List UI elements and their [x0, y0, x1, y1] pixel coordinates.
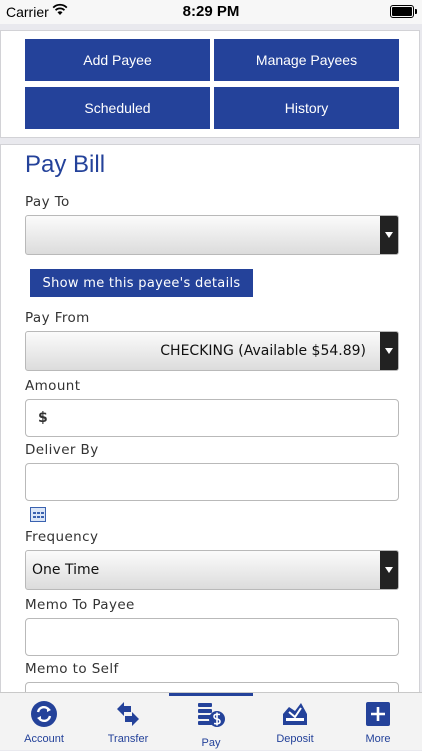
battery-icon [390, 5, 417, 18]
tab-account[interactable]: Account [2, 693, 86, 751]
memo-to-self-label: Memo to Self [25, 661, 119, 677]
deposit-icon [283, 703, 307, 725]
status-bar: Carrier 8:29 PM [0, 0, 422, 24]
pay-bill-form: Pay Bill Pay To Show me this payee's det… [0, 144, 420, 700]
memo-to-payee-label: Memo To Payee [25, 597, 135, 613]
calendar-icon[interactable] [30, 507, 46, 522]
pay-from-select[interactable]: CHECKING (Available $54.89) [25, 331, 399, 371]
pay-to-select[interactable] [25, 215, 399, 255]
tab-label: Pay [201, 737, 221, 749]
amount-input[interactable]: $ [25, 399, 399, 437]
tab-more[interactable]: More [336, 693, 420, 751]
dropdown-arrow-icon [380, 216, 398, 254]
frequency-select[interactable]: One Time [25, 550, 399, 590]
dropdown-arrow-icon [380, 551, 398, 589]
memo-to-payee-input[interactable] [25, 618, 399, 656]
manage-payees-button[interactable]: Manage Payees [214, 39, 399, 81]
page-title: Pay Bill [25, 151, 106, 178]
scheduled-button[interactable]: Scheduled [25, 87, 210, 129]
clock: 8:29 PM [182, 3, 240, 20]
tab-transfer[interactable]: Transfer [86, 693, 170, 751]
frequency-value: One Time [32, 562, 100, 578]
pay-icon [198, 703, 225, 727]
pay-from-value: CHECKING (Available $54.89) [160, 343, 366, 359]
tab-pay[interactable]: Pay [169, 693, 253, 751]
add-payee-button[interactable]: Add Payee [25, 39, 210, 81]
account-icon [31, 701, 57, 727]
tab-label: More [365, 733, 391, 745]
tab-label: Deposit [276, 733, 314, 745]
pay-to-label: Pay To [25, 194, 70, 210]
history-button[interactable]: History [214, 87, 399, 129]
active-tab-indicator [169, 693, 253, 696]
tab-deposit[interactable]: Deposit [253, 693, 337, 751]
plus-icon [366, 702, 390, 726]
currency-prefix: $ [38, 410, 48, 426]
deliver-by-label: Deliver By [25, 442, 99, 458]
deliver-by-input[interactable] [25, 463, 399, 501]
tab-label: Account [24, 733, 64, 745]
pay-from-label: Pay From [25, 310, 90, 326]
bill-pay-nav-panel: Add Payee Manage Payees Scheduled Histor… [0, 30, 420, 138]
tab-label: Transfer [107, 733, 149, 745]
frequency-label: Frequency [25, 529, 99, 545]
dropdown-arrow-icon [380, 332, 398, 370]
transfer-icon [117, 702, 139, 726]
show-payee-details-button[interactable]: Show me this payee's details [30, 269, 253, 297]
amount-label: Amount [25, 378, 81, 394]
tab-bar: Account Transfer Pay Deposit More [0, 692, 422, 750]
